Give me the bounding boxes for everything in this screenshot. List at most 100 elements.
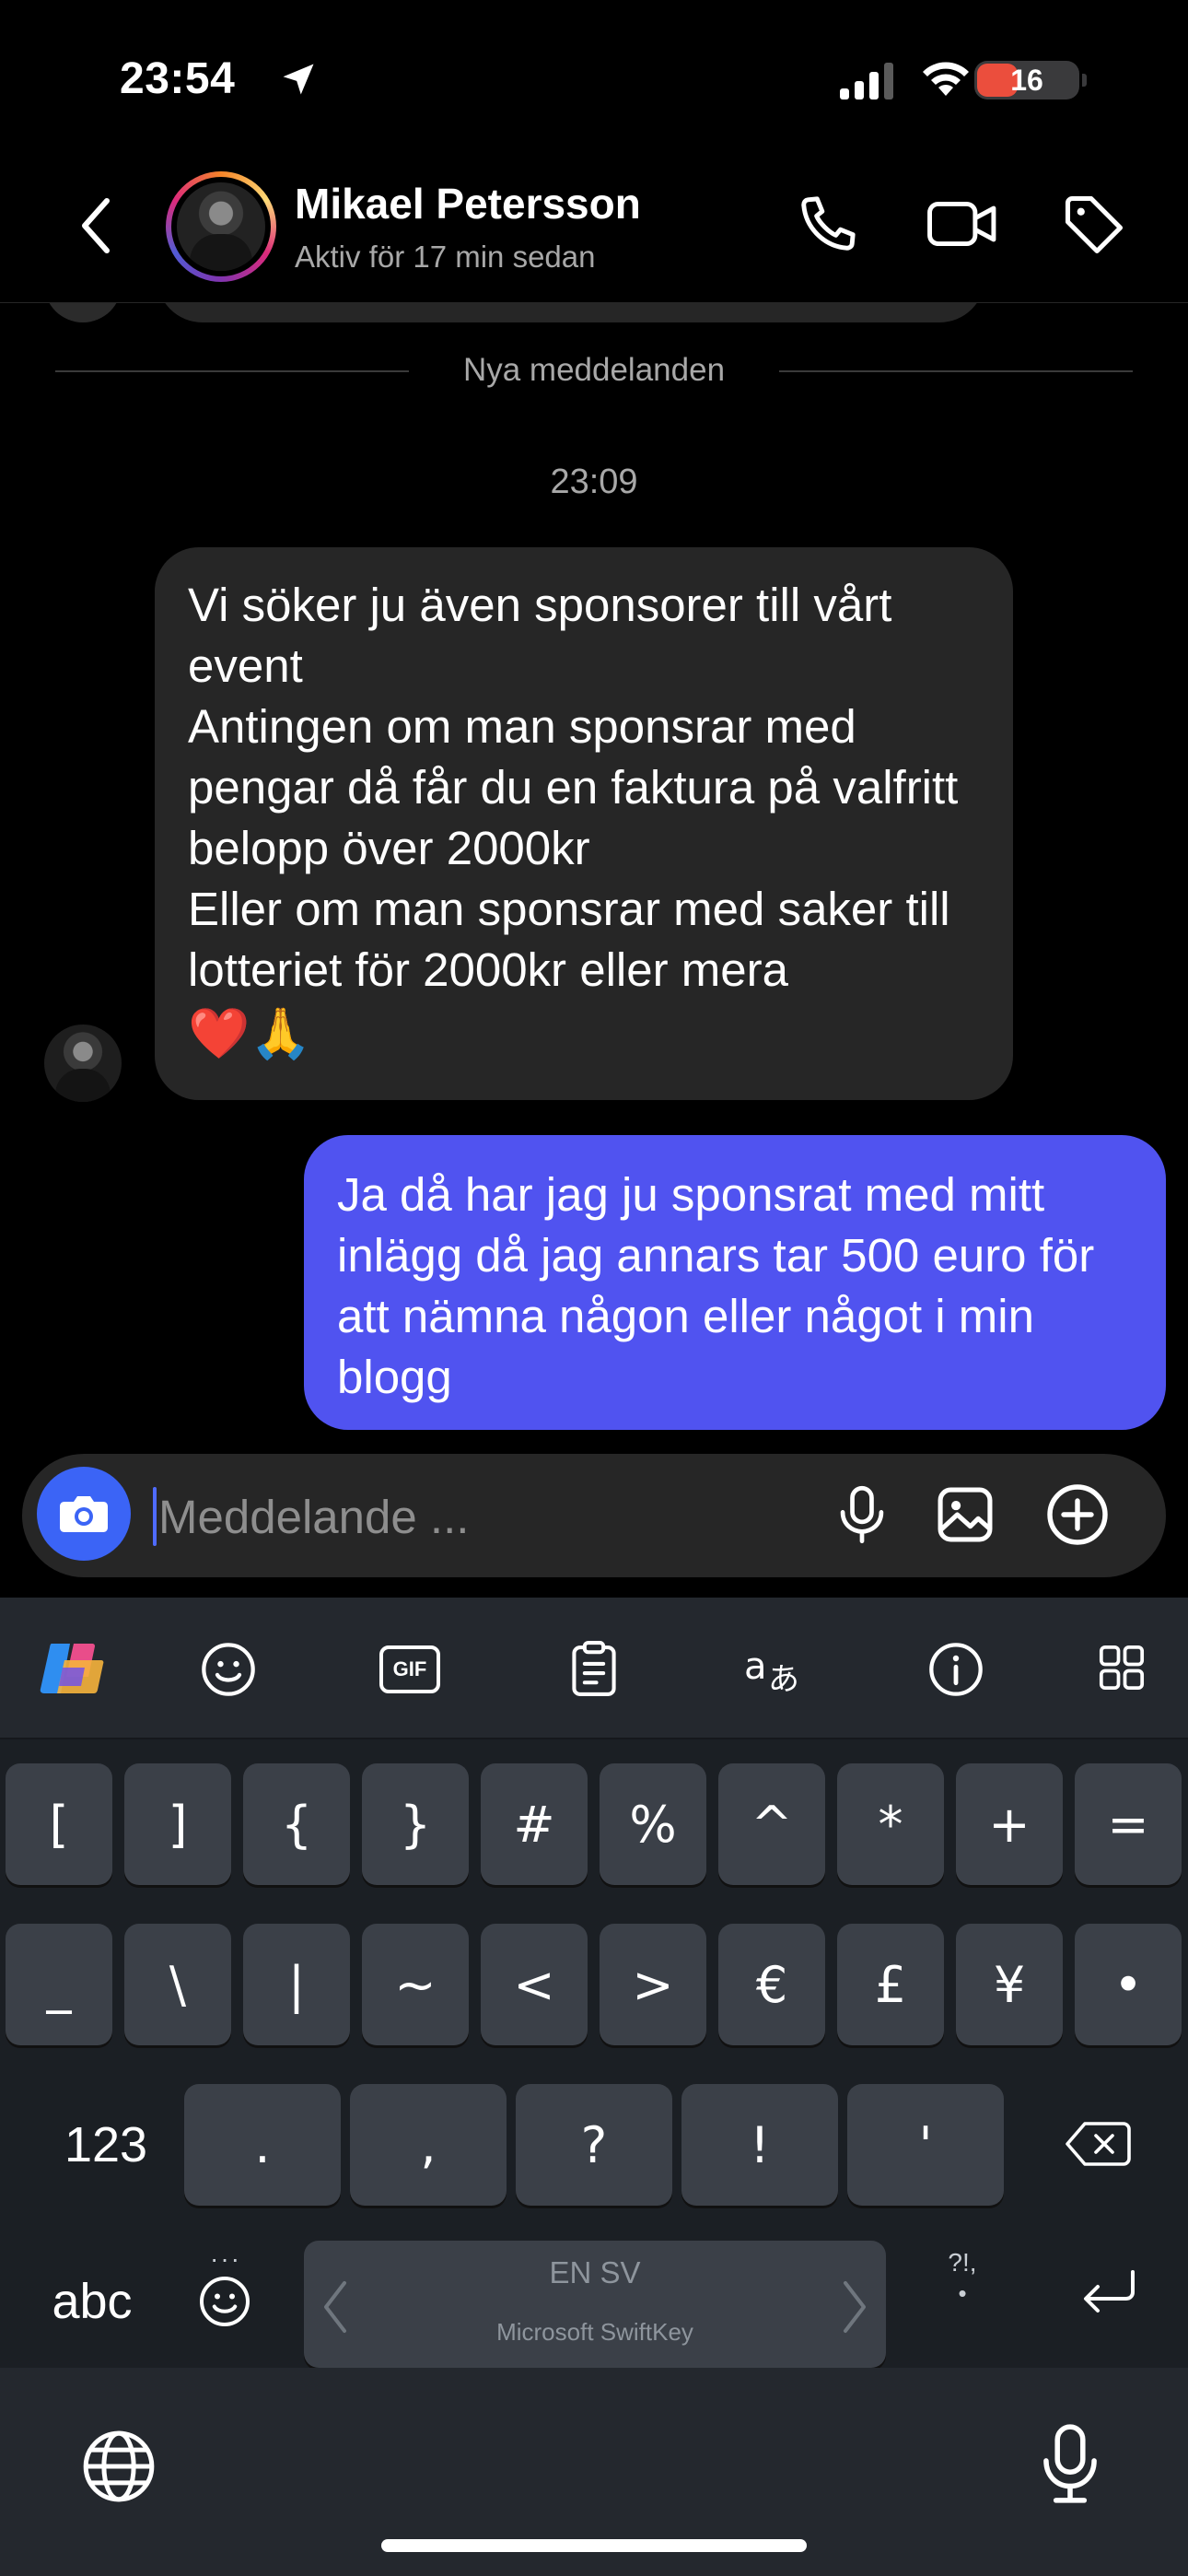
space-key-brand: Microsoft SwiftKey [496, 2318, 693, 2346]
symbol-key[interactable]: \ [124, 1924, 231, 2045]
incoming-message-emoji: ❤️🙏 [188, 1006, 312, 1061]
emoji-key[interactable] [197, 2274, 252, 2329]
incoming-message-line: Vi söker ju även sponsorer till vårt eve… [188, 579, 892, 692]
symbol-key[interactable]: < [481, 1924, 588, 2045]
svg-text:あ: あ [768, 1661, 799, 1697]
punctuation-symbol-key[interactable]: ? [516, 2084, 672, 2206]
globe-icon [83, 2430, 155, 2502]
wifi-icon [919, 59, 973, 100]
space-key[interactable]: EN SV Microsoft SwiftKey [304, 2241, 886, 2368]
clipboard-button[interactable] [565, 1638, 623, 1699]
location-arrow-icon [278, 59, 319, 100]
symbol-key[interactable]: • [1075, 1924, 1182, 2045]
clipboard-icon [572, 1641, 616, 1696]
camera-icon [60, 1496, 108, 1532]
symbol-key[interactable]: # [481, 1763, 588, 1885]
video-call-button[interactable] [925, 190, 1000, 258]
symbol-key[interactable]: { [243, 1763, 350, 1885]
microphone-icon [1043, 2424, 1097, 2503]
text-cursor [153, 1487, 157, 1546]
punctuation-symbol-key[interactable]: , [350, 2084, 507, 2206]
contact-active-status: Aktiv för 17 min sedan [295, 240, 596, 274]
punctuation-symbol-key[interactable]: . [184, 2084, 341, 2206]
contact-avatar[interactable] [166, 171, 276, 282]
punctuation-key-label: ?!, [948, 2248, 977, 2277]
incoming-message-line: Antingen om man sponsrar med pengar då f… [188, 700, 959, 874]
keyboard-toolbar-separator [0, 1738, 1188, 1739]
phone-icon [801, 196, 856, 251]
symbol-key[interactable]: _ [6, 1924, 112, 2045]
symbol-key[interactable]: * [837, 1763, 944, 1885]
voice-message-button[interactable] [833, 1483, 891, 1546]
dictation-button[interactable] [1035, 2421, 1105, 2506]
smiley-icon [202, 1643, 255, 1696]
translate-button[interactable]: a あ [744, 1642, 809, 1697]
audio-call-button[interactable] [794, 190, 862, 258]
sender-avatar[interactable] [44, 1025, 122, 1102]
chevron-right-icon[interactable] [838, 2277, 871, 2336]
symbol-key[interactable]: > [600, 1924, 706, 2045]
gallery-button[interactable] [934, 1483, 996, 1546]
symbol-key[interactable]: % [600, 1763, 706, 1885]
message-input[interactable] [158, 1485, 803, 1548]
outgoing-message-bubble[interactable]: Ja då har jag ju sponsrat med mitt inläg… [304, 1135, 1166, 1430]
home-indicator [381, 2539, 807, 2552]
space-key-languages: EN SV [549, 2255, 641, 2289]
incoming-message-bubble[interactable]: Vi söker ju även sponsorer till vårt eve… [155, 547, 1013, 1100]
tag-icon [1065, 195, 1124, 254]
abc-key[interactable]: abc [37, 2241, 147, 2362]
more-options-button[interactable] [1044, 1481, 1111, 1548]
backspace-icon [1066, 2122, 1131, 2166]
symbol-key[interactable]: £ [837, 1924, 944, 2045]
message-timestamp: 23:09 [550, 463, 638, 501]
symbol-key[interactable]: € [718, 1924, 825, 2045]
chevron-left-icon[interactable] [319, 2277, 352, 2336]
header-separator [0, 302, 1188, 303]
symbol-key[interactable]: ] [124, 1763, 231, 1885]
symbol-key[interactable]: | [243, 1924, 350, 2045]
emoji-key-more-dots: ··· [210, 2244, 241, 2273]
status-time: 23:54 [120, 54, 236, 103]
back-button[interactable] [77, 193, 133, 258]
copilot-button[interactable] [39, 1640, 105, 1697]
symbol-key[interactable]: + [956, 1763, 1063, 1885]
info-icon [929, 1643, 983, 1696]
tag-button[interactable] [1059, 190, 1129, 260]
punctuation-symbol-key[interactable]: ! [681, 2084, 838, 2206]
signal-icon [840, 63, 897, 100]
punctuation-key-dot: • [958, 2279, 967, 2307]
divider-line-right [779, 370, 1133, 372]
symbol-key[interactable]: ~ [362, 1924, 469, 2045]
symbol-key[interactable]: [ [6, 1763, 112, 1885]
apps-grid-button[interactable] [1096, 1642, 1147, 1693]
battery-indicator: 16 [974, 61, 1087, 100]
gif-button[interactable]: GIF [379, 1645, 440, 1693]
symbol-key[interactable]: ¥ [956, 1924, 1063, 2045]
symbol-key[interactable]: } [362, 1763, 469, 1885]
globe-button[interactable] [79, 2427, 158, 2506]
symbol-key[interactable]: = [1075, 1763, 1182, 1885]
numbers-key[interactable]: 123 [46, 2084, 166, 2206]
return-key[interactable] [1079, 2266, 1138, 2318]
microphone-icon [840, 1485, 884, 1544]
camera-button[interactable] [37, 1467, 131, 1561]
smiley-icon [200, 2277, 250, 2326]
chevron-left-icon [82, 198, 110, 253]
image-icon [938, 1487, 993, 1542]
contact-name[interactable]: Mikael Petersson [295, 179, 641, 228]
grid-icon [1099, 1645, 1145, 1691]
copilot-icon [40, 1644, 104, 1693]
translate-icon: a あ [744, 1645, 799, 1697]
outgoing-message-text: Ja då har jag ju sponsrat med mitt inläg… [337, 1168, 1095, 1403]
svg-text:a: a [744, 1645, 767, 1688]
info-button[interactable] [926, 1640, 985, 1699]
symbol-key[interactable]: ^ [718, 1763, 825, 1885]
punctuation-symbol-key[interactable]: ' [847, 2084, 1004, 2206]
gif-label: GIF [392, 1657, 427, 1680]
return-arrow-icon [1084, 2270, 1135, 2313]
plus-circle-icon [1047, 1484, 1108, 1545]
backspace-key[interactable] [1065, 2119, 1131, 2169]
incoming-message-line: Eller om man sponsrar med saker till lot… [188, 883, 950, 996]
emoji-button[interactable] [199, 1640, 258, 1699]
punctuation-key[interactable]: ?!, • [930, 2248, 995, 2308]
